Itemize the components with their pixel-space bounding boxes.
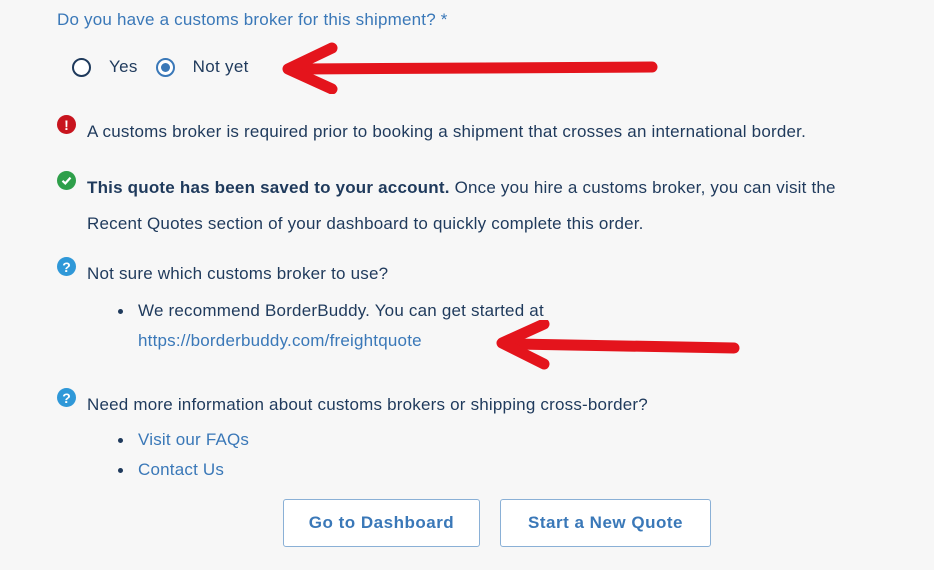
customs-broker-radio-group: Yes Not yet (72, 57, 249, 77)
question-icon: ? (57, 388, 76, 407)
info-help-title: Need more information about customs brok… (87, 395, 648, 414)
broker-help-section: ? Not sure which customs broker to use? (57, 256, 388, 292)
saved-text: This quote has been saved to your accoun… (87, 170, 836, 242)
list-item: Visit our FAQs (118, 425, 249, 455)
saved-message: This quote has been saved to your accoun… (57, 170, 836, 242)
info-help-section: ? Need more information about customs br… (57, 387, 648, 423)
contact-us-link[interactable]: Contact Us (138, 460, 224, 479)
start-new-quote-button[interactable]: Start a New Quote (500, 499, 711, 547)
error-text: A customs broker is required prior to bo… (87, 122, 807, 141)
info-help-list: Visit our FAQs Contact Us (118, 425, 249, 485)
radio-yes-label: Yes (109, 57, 138, 76)
saved-bold-text: This quote has been saved to your accoun… (87, 178, 450, 197)
question-icon: ? (57, 257, 76, 276)
broker-recommend-text: We recommend BorderBuddy. You can get st… (138, 301, 544, 320)
radio-yes[interactable] (72, 57, 91, 77)
saved-text-line2: Recent Quotes section of your dashboard … (87, 214, 644, 233)
go-to-dashboard-button[interactable]: Go to Dashboard (283, 499, 480, 547)
check-icon (57, 171, 76, 190)
saved-text-line1: Once you hire a customs broker, you can … (449, 178, 836, 197)
error-message: ! A customs broker is required prior to … (57, 114, 806, 150)
radio-option-yes[interactable]: Yes (72, 57, 138, 77)
broker-help-list: We recommend BorderBuddy. You can get st… (118, 296, 544, 356)
radio-option-not-yet[interactable]: Not yet (155, 57, 249, 77)
list-item: We recommend BorderBuddy. You can get st… (118, 296, 544, 356)
radio-not-yet-label: Not yet (192, 57, 249, 76)
customs-broker-question: Do you have a customs broker for this sh… (57, 10, 448, 29)
borderbuddy-link[interactable]: https://borderbuddy.com/freightquote (138, 331, 422, 350)
broker-help-title: Not sure which customs broker to use? (87, 264, 389, 283)
list-item: Contact Us (118, 455, 249, 485)
error-icon: ! (57, 115, 76, 134)
radio-not-yet[interactable] (155, 57, 175, 77)
annotation-arrow-icon (282, 42, 658, 94)
radio-selected-dot (160, 62, 170, 72)
faq-link[interactable]: Visit our FAQs (138, 430, 249, 449)
